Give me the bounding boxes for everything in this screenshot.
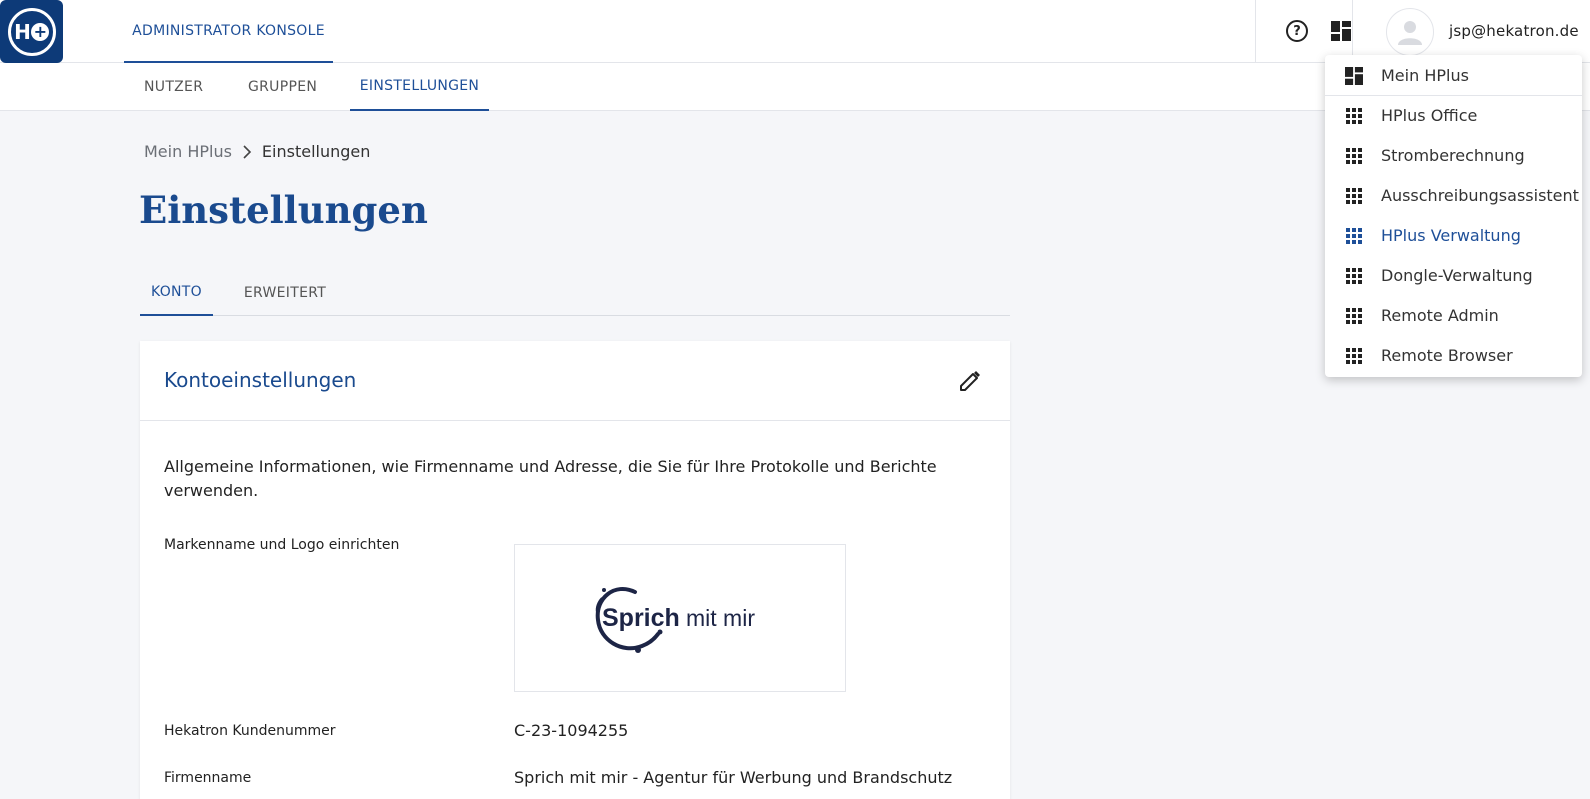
menu-item-label: Stromberechnung [1381, 145, 1525, 165]
apps-grid-icon [1346, 228, 1362, 244]
breadcrumb-link-mein-hplus[interactable]: Mein HPlus [144, 142, 232, 161]
app-switcher-menu: Mein HPlus HPlus Office Stromberechnung … [1325, 55, 1582, 377]
hplus-logo[interactable]: H + [0, 0, 63, 63]
brand-logo-preview[interactable]: Sprich mit mir [514, 544, 846, 692]
subnav-item-einstellungen[interactable]: EINSTELLUNGEN [350, 63, 489, 111]
subnav-item-gruppen[interactable]: GRUPPEN [248, 63, 317, 111]
apps-grid-icon [1346, 108, 1362, 124]
avatar-icon [1398, 21, 1422, 45]
card-title: Kontoeinstellungen [164, 368, 357, 392]
menu-item-ausschreibungsassistent[interactable]: Ausschreibungsassistent [1325, 175, 1582, 215]
chevron-right-icon [243, 144, 252, 159]
header-divider [1352, 0, 1353, 63]
dashboard-icon [1345, 67, 1363, 85]
logo-mark: H + [7, 7, 56, 56]
menu-item-dongle-verwaltung[interactable]: Dongle-Verwaltung [1325, 255, 1582, 295]
page-title: Einstellungen [139, 188, 428, 232]
top-header: H + ADMINISTRATOR KONSOLE ? jsp@hekatron.… [0, 0, 1590, 63]
card-description: Allgemeine Informationen, wie Firmenname… [164, 457, 937, 500]
field-label-brand-logo: Markenname und Logo einrichten [164, 537, 400, 553]
menu-item-hplus-verwaltung[interactable]: HPlus Verwaltung [1325, 215, 1582, 255]
menu-item-mein-hplus[interactable]: Mein HPlus [1325, 55, 1582, 95]
tab-erweitert[interactable]: ERWEITERT [244, 270, 326, 316]
subnav-item-nutzer[interactable]: NUTZER [144, 63, 203, 111]
field-label-kundennummer: Hekatron Kundenummer [164, 723, 336, 739]
breadcrumb-current: Einstellungen [261, 142, 371, 161]
header-divider [1255, 0, 1256, 63]
brand-logo-image: Sprich mit mir [595, 586, 755, 653]
card-header: Kontoeinstellungen [140, 341, 1010, 421]
menu-item-label: Remote Admin [1381, 305, 1499, 325]
menu-item-label: Mein HPlus [1381, 65, 1469, 85]
menu-item-label: Dongle-Verwaltung [1381, 265, 1533, 285]
help-icon[interactable]: ? [1286, 20, 1308, 42]
logo-letter: H [14, 19, 31, 44]
menu-item-stromberechnung[interactable]: Stromberechnung [1325, 135, 1582, 175]
menu-item-hplus-office[interactable]: HPlus Office [1325, 95, 1582, 135]
dashboard-icon[interactable] [1331, 21, 1351, 41]
account-settings-card: Kontoeinstellungen Allgemeine Informatio… [140, 341, 1010, 799]
settings-tabs: KONTO ERWEITERT [140, 270, 1010, 316]
apps-grid-icon [1346, 148, 1362, 164]
menu-item-label: HPlus Office [1381, 105, 1478, 125]
apps-grid-icon [1346, 268, 1362, 284]
menu-item-remote-browser[interactable]: Remote Browser [1325, 335, 1582, 375]
logo-plus-icon: + [30, 22, 49, 41]
apps-grid-icon [1346, 348, 1362, 364]
apps-grid-icon [1346, 188, 1362, 204]
apps-grid-icon [1346, 308, 1362, 324]
avatar[interactable] [1386, 8, 1434, 56]
tab-administrator-konsole[interactable]: ADMINISTRATOR KONSOLE [124, 0, 333, 63]
field-value-firmenname: Sprich mit mir - Agentur für Werbung und… [514, 768, 953, 787]
brand-logo-word-mit-mir: mit mir [686, 605, 755, 631]
tab-konto[interactable]: KONTO [140, 270, 213, 316]
menu-item-label: Remote Browser [1381, 345, 1513, 365]
brand-logo-word-sprich: Sprich [602, 604, 680, 632]
edit-pencil-icon[interactable] [958, 369, 982, 393]
menu-item-remote-admin[interactable]: Remote Admin [1325, 295, 1582, 335]
field-value-kundennummer: C-23-1094255 [514, 721, 629, 740]
menu-item-label: Ausschreibungsassistent [1381, 185, 1579, 205]
user-email[interactable]: jsp@hekatron.de [1449, 22, 1579, 40]
menu-item-label: HPlus Verwaltung [1381, 225, 1521, 245]
breadcrumb: Mein HPlus Einstellungen [144, 142, 370, 161]
field-label-firmenname: Firmenname [164, 770, 252, 786]
